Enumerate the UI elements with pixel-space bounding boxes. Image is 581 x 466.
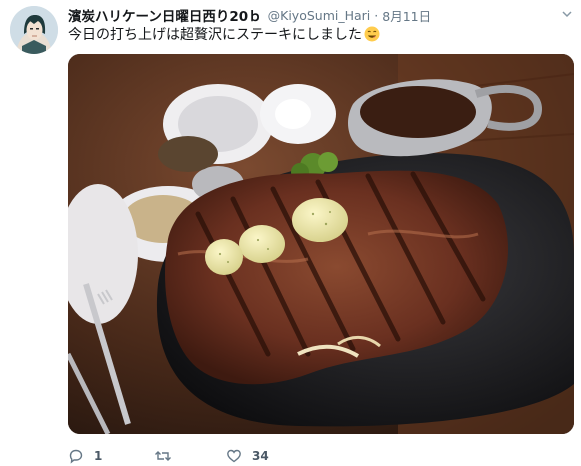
reply-icon bbox=[69, 449, 83, 464]
reply-button[interactable]: 1 bbox=[68, 448, 154, 464]
tweet-text: 今日の打ち上げは超贅沢にステーキにしました bbox=[68, 26, 574, 44]
like-count: 34 bbox=[252, 449, 269, 463]
tweet-header: 濱炭ハリケーン日曜日西り20ｂ @KiyoSumi_Hari · 8月11日 bbox=[68, 5, 574, 25]
steak-photo-icon bbox=[68, 54, 574, 434]
tweet-actions: 1 34 bbox=[68, 446, 574, 466]
author-handle[interactable]: @KiyoSumi_Hari bbox=[268, 8, 371, 23]
more-options-chevron-icon[interactable] bbox=[560, 7, 574, 21]
yum-face-emoji-icon bbox=[364, 26, 380, 42]
retweet-icon bbox=[155, 451, 171, 461]
anime-avatar-icon bbox=[10, 6, 58, 54]
author-avatar[interactable] bbox=[10, 6, 58, 54]
tweet-card[interactable]: 濱炭ハリケーン日曜日西り20ｂ @KiyoSumi_Hari · 8月11日 今… bbox=[0, 0, 581, 466]
tweet-text-body: 今日の打ち上げは超贅沢にステーキにしました bbox=[68, 27, 362, 43]
heart-icon bbox=[227, 449, 241, 463]
author-display-name[interactable]: 濱炭ハリケーン日曜日西り20ｂ bbox=[68, 5, 262, 25]
tweet-photo-steak[interactable] bbox=[68, 54, 574, 434]
tweet-timestamp[interactable]: 8月11日 bbox=[382, 6, 431, 25]
header-separator: · bbox=[374, 7, 379, 23]
reply-count: 1 bbox=[94, 449, 103, 463]
like-button[interactable]: 34 bbox=[226, 448, 306, 464]
retweet-button[interactable] bbox=[154, 448, 226, 464]
